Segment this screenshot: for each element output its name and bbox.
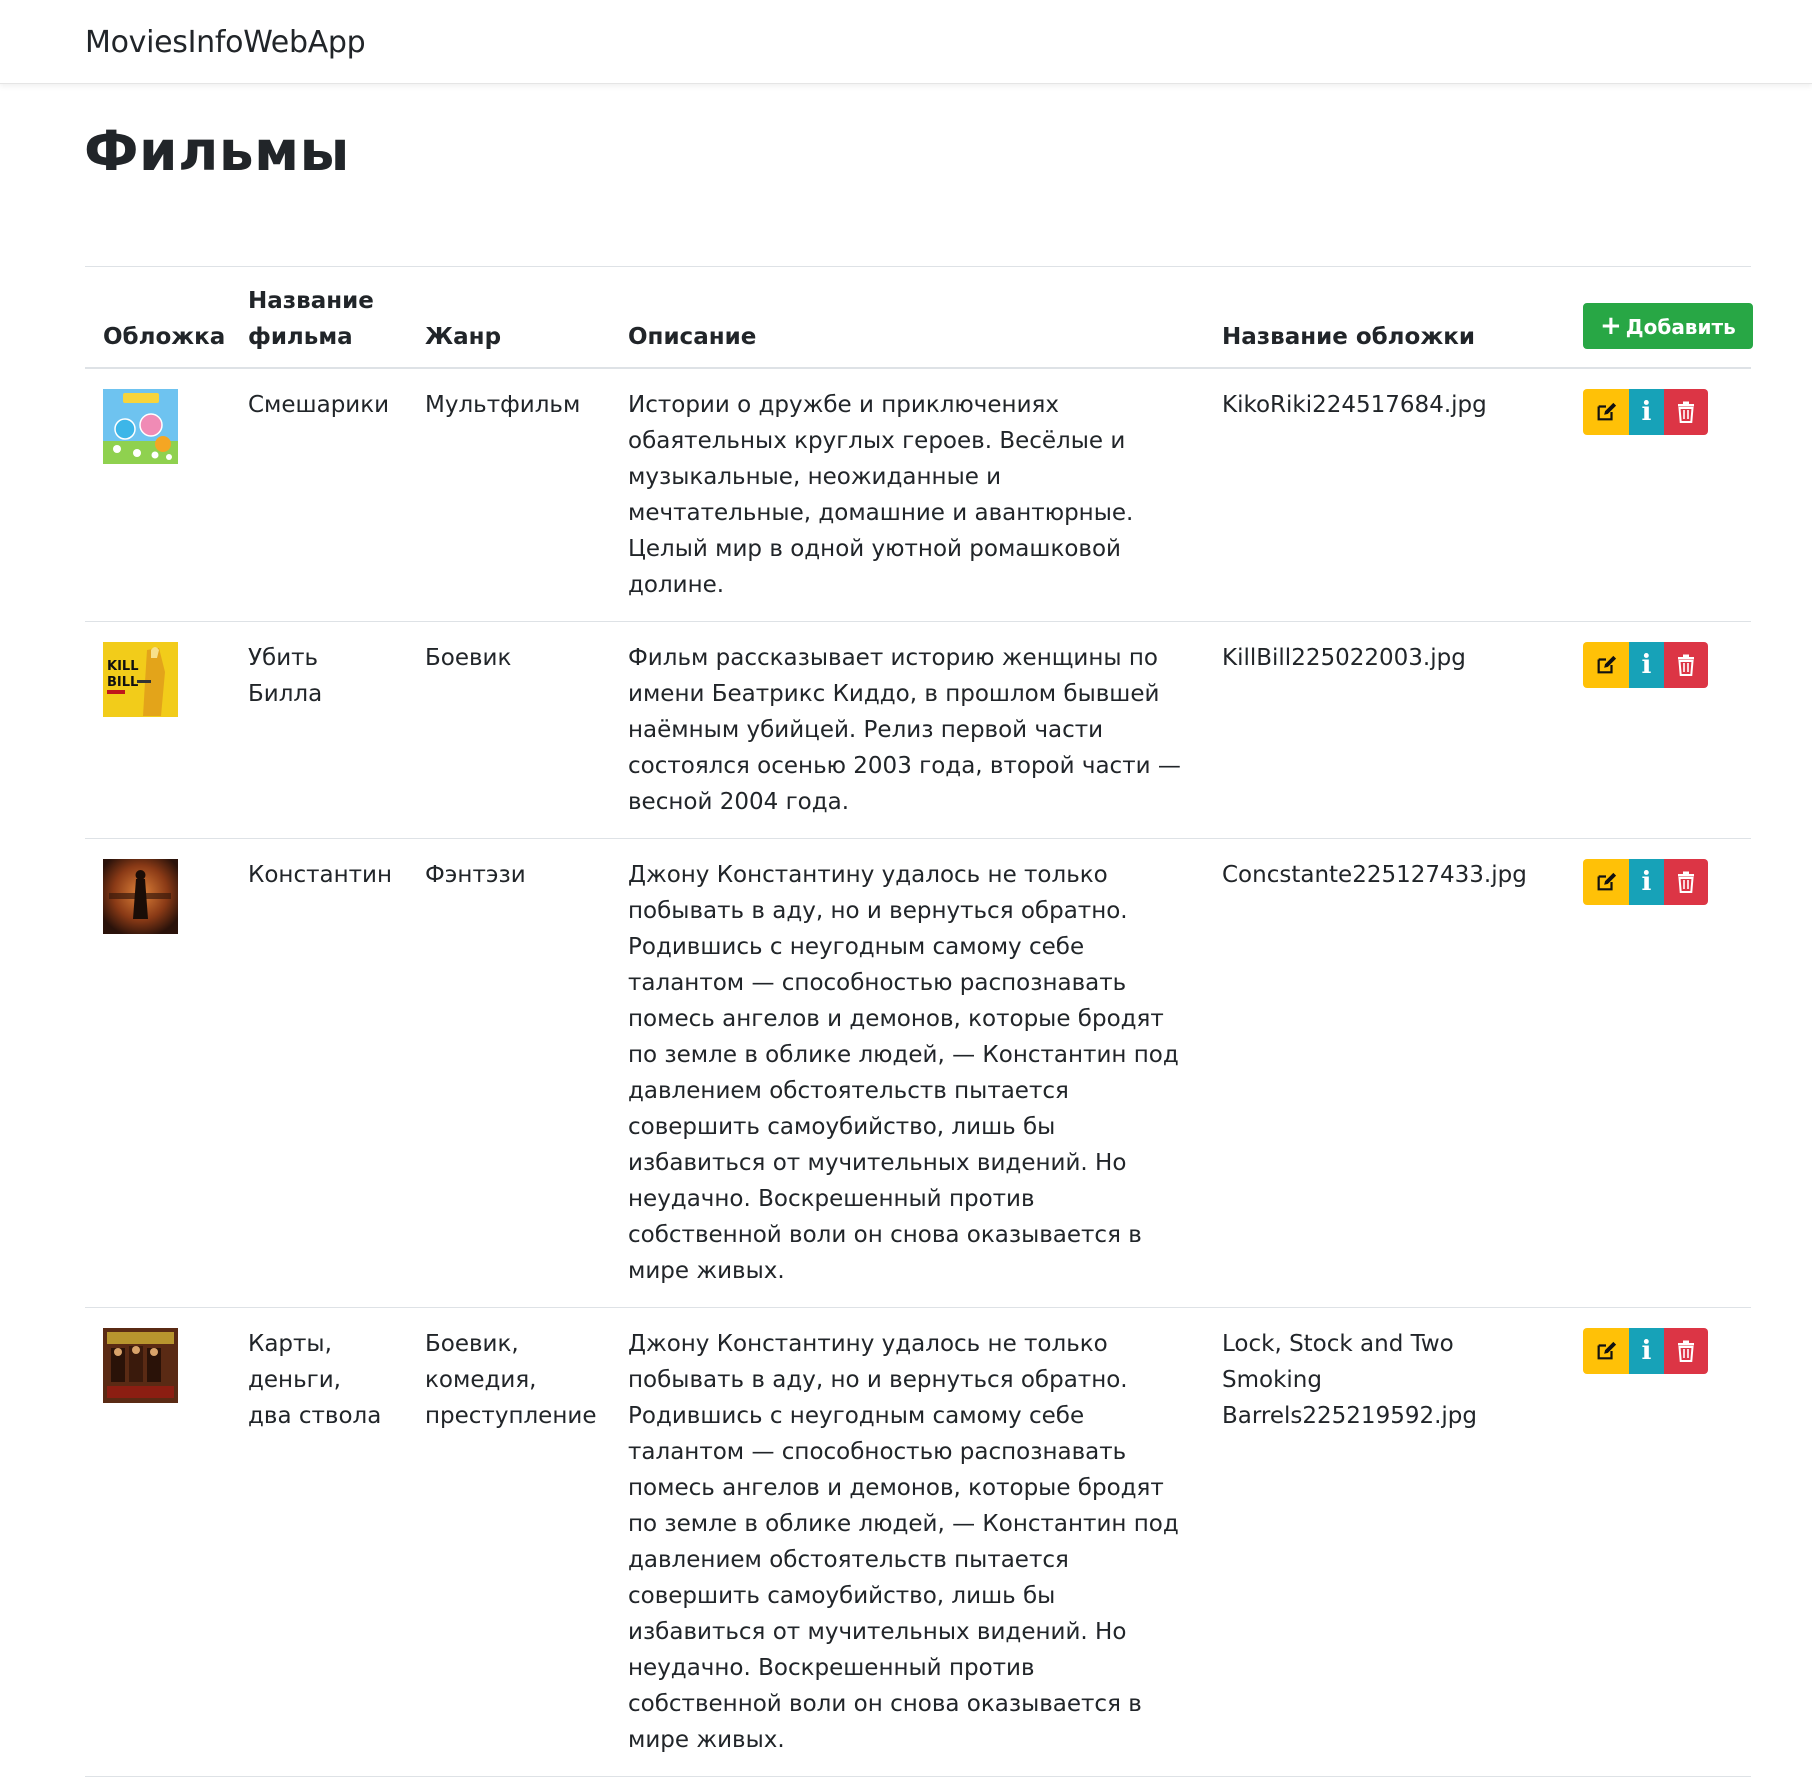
row-actions: i <box>1583 859 1708 905</box>
edit-button[interactable] <box>1583 1328 1629 1374</box>
info-icon: i <box>1641 650 1652 680</box>
cell-cover-name: KikoRiki224517684.jpg <box>1204 368 1565 622</box>
row-actions: i <box>1583 389 1708 435</box>
cover-image-constantine <box>103 859 178 934</box>
cell-description: Фильм рассказывает историю женщины по им… <box>610 621 1204 839</box>
header-description: Описание <box>610 266 1204 369</box>
cover-image-lock-stock <box>103 1328 178 1403</box>
cell-name: Убить Билла <box>230 621 407 839</box>
trash-icon <box>1678 1340 1694 1362</box>
table-header-row: Обложка Название фильма Жанр Описание На… <box>85 266 1753 369</box>
cell-genre: Фэнтэзи <box>407 838 610 1308</box>
header-cover-name: Название обложки <box>1204 266 1565 369</box>
cell-name: Константин <box>230 838 407 1308</box>
movies-table-container: Обложка Название фильма Жанр Описание На… <box>85 266 1753 1777</box>
brand-link[interactable]: MoviesInfoWebApp <box>85 24 366 62</box>
svg-text:BILL: BILL <box>107 675 138 690</box>
add-button-label: Добавить <box>1625 315 1736 339</box>
navbar: MoviesInfoWebApp <box>0 0 1812 84</box>
cell-description: Джону Константину удалось не только побы… <box>610 1307 1204 1777</box>
edit-icon <box>1597 872 1617 891</box>
add-button[interactable]: + Добавить <box>1583 303 1753 349</box>
trash-icon <box>1678 401 1694 423</box>
cell-cover-name: Concstante225127433.jpg <box>1204 838 1565 1308</box>
delete-button[interactable] <box>1664 859 1708 905</box>
info-icon: i <box>1641 397 1652 427</box>
header-name: Название фильма <box>230 266 407 369</box>
cover-image-smeshariki <box>103 389 178 464</box>
trash-icon <box>1678 871 1694 893</box>
info-icon: i <box>1641 867 1652 897</box>
table-row: Константин Фэнтэзи Джону Константину уда… <box>85 838 1751 1308</box>
info-button[interactable]: i <box>1629 859 1664 905</box>
edit-button[interactable] <box>1583 859 1629 905</box>
page-title: Фильмы <box>84 119 350 183</box>
table-row: Смешарики Мультфильм Истории о дружбе и … <box>85 368 1751 622</box>
info-button[interactable]: i <box>1629 389 1664 435</box>
cell-description: Истории о дружбе и приключениях обаятель… <box>610 368 1204 622</box>
cell-name: Карты, деньги, два ствола <box>230 1307 407 1777</box>
table-row: Карты, деньги, два ствола Боевик, комеди… <box>85 1307 1751 1777</box>
plus-icon: + <box>1600 311 1622 341</box>
cell-genre: Мультфильм <box>407 368 610 622</box>
cell-cover-name: Lock, Stock and Two Smoking Barrels22521… <box>1204 1307 1565 1777</box>
edit-icon <box>1597 655 1617 674</box>
cell-genre: Боевик <box>407 621 610 839</box>
edit-button[interactable] <box>1583 642 1629 688</box>
header-actions: + Добавить <box>1565 266 1753 369</box>
cell-genre: Боевик, комедия, преступление <box>407 1307 610 1777</box>
cover-image-kill-bill: KILL BILL <box>103 642 178 717</box>
cell-description: Джону Константину удалось не только побы… <box>610 838 1204 1308</box>
table-row: KILL BILL Убить Билла Боевик Фильм расск… <box>85 621 1751 839</box>
header-cover: Обложка <box>85 266 230 369</box>
info-button[interactable]: i <box>1629 1328 1664 1374</box>
edit-button[interactable] <box>1583 389 1629 435</box>
movies-table: Обложка Название фильма Жанр Описание На… <box>85 266 1753 1777</box>
svg-text:KILL: KILL <box>107 659 138 674</box>
edit-icon <box>1597 1341 1617 1360</box>
cell-name: Смешарики <box>230 368 407 622</box>
info-button[interactable]: i <box>1629 642 1664 688</box>
row-actions: i <box>1583 1328 1708 1374</box>
info-icon: i <box>1641 1336 1652 1366</box>
header-genre: Жанр <box>407 266 610 369</box>
edit-icon <box>1597 402 1617 421</box>
cell-cover-name: KillBill225022003.jpg <box>1204 621 1565 839</box>
delete-button[interactable] <box>1664 389 1708 435</box>
delete-button[interactable] <box>1664 642 1708 688</box>
trash-icon <box>1678 654 1694 676</box>
row-actions: i <box>1583 642 1708 688</box>
delete-button[interactable] <box>1664 1328 1708 1374</box>
